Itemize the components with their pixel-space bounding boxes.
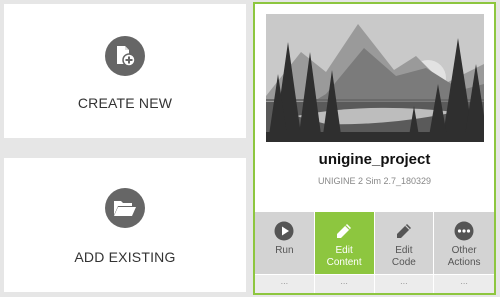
run-options-button[interactable]: ... xyxy=(255,275,315,293)
run-label: Run xyxy=(275,245,294,256)
secondary-actions: ... ... ... ... xyxy=(255,275,494,293)
folder-open-icon xyxy=(105,188,145,228)
edit-code-button[interactable]: Edit Code xyxy=(375,212,435,274)
edit-content-options-button[interactable]: ... xyxy=(315,275,375,293)
other-actions-label: Other Actions xyxy=(447,245,481,268)
project-name: unigine_project xyxy=(318,151,431,168)
create-new-tile[interactable]: CREATE NEW xyxy=(4,4,246,138)
pencil-icon xyxy=(394,221,414,241)
add-existing-tile[interactable]: ADD EXISTING xyxy=(4,158,246,292)
project-sdk-version: UNIGINE 2 Sim 2.7_180329 xyxy=(317,176,432,186)
edit-code-label: Edit Code xyxy=(391,245,416,268)
project-card[interactable]: unigine_project UNIGINE 2 Sim 2.7_180329… xyxy=(253,2,496,295)
edit-content-button[interactable]: Edit Content xyxy=(314,212,375,274)
pencil-icon xyxy=(334,221,354,241)
other-actions-options-button[interactable]: ... xyxy=(434,275,494,293)
edit-content-label: Edit Content xyxy=(326,245,362,268)
create-new-label: CREATE NEW xyxy=(77,95,173,111)
add-existing-label: ADD EXISTING xyxy=(74,249,176,265)
run-button[interactable]: Run xyxy=(255,212,315,274)
ellipsis-icon xyxy=(454,221,474,241)
play-icon xyxy=(274,221,294,241)
add-file-icon xyxy=(105,36,145,76)
project-actions: Run Edit Content Edit Code Other Actions xyxy=(255,212,494,274)
project-thumbnail xyxy=(266,14,484,142)
other-actions-button[interactable]: Other Actions xyxy=(434,212,494,274)
edit-code-options-button[interactable]: ... xyxy=(375,275,435,293)
